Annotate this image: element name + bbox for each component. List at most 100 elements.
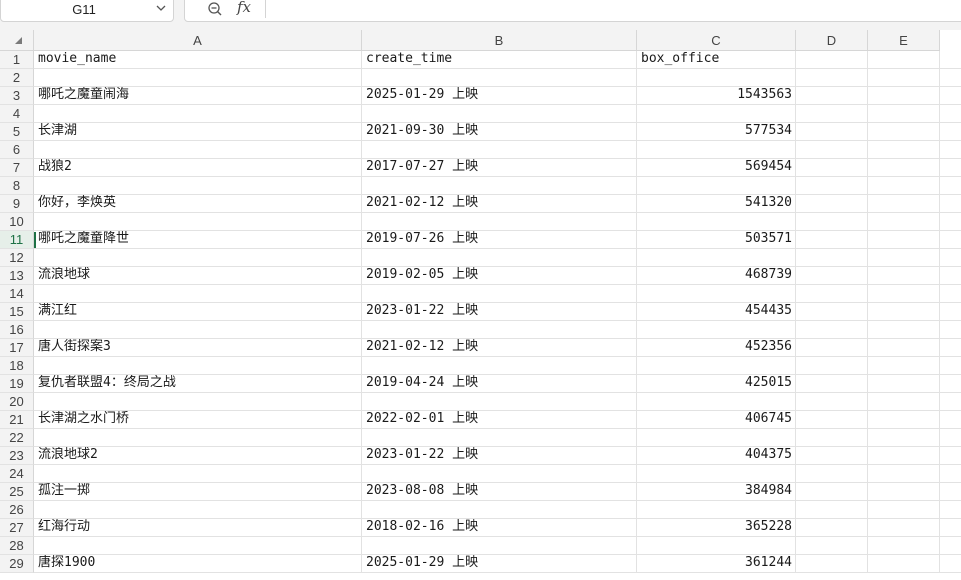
cell-d[interactable] (796, 447, 868, 464)
name-box[interactable]: G11 (0, 0, 174, 22)
cell-a[interactable]: 唐人街探案3 (34, 339, 362, 356)
cell-b[interactable]: 2023-01-22 上映 (362, 447, 637, 464)
cell-c[interactable]: 468739 (637, 267, 796, 284)
cell-c[interactable]: box_office (637, 51, 796, 68)
cell-a[interactable] (34, 429, 362, 446)
cell-b[interactable]: 2019-07-26 上映 (362, 231, 637, 248)
cell-c[interactable]: 406745 (637, 411, 796, 428)
cell-d[interactable] (796, 213, 868, 230)
cell-b[interactable] (362, 537, 637, 554)
cell-b[interactable] (362, 141, 637, 158)
cell-b[interactable] (362, 429, 637, 446)
cell-d[interactable] (796, 357, 868, 374)
cell-c[interactable] (637, 465, 796, 482)
cell-a[interactable] (34, 69, 362, 86)
cell-e[interactable] (868, 213, 940, 230)
cell-d[interactable] (796, 87, 868, 104)
cell-a[interactable]: 唐探1900 (34, 555, 362, 572)
row-header[interactable]: 13 (0, 267, 34, 285)
function-icon[interactable]: fx (237, 0, 251, 16)
cell-d[interactable] (796, 483, 868, 500)
cell-c[interactable]: 1543563 (637, 87, 796, 104)
cell-d[interactable] (796, 411, 868, 428)
cell-c[interactable]: 541320 (637, 195, 796, 212)
cell-e[interactable] (868, 465, 940, 482)
cell-e[interactable] (868, 177, 940, 194)
cell-e[interactable] (868, 303, 940, 320)
chevron-down-icon[interactable] (155, 2, 167, 14)
cell-d[interactable] (796, 159, 868, 176)
cell-b[interactable]: 2021-02-12 上映 (362, 339, 637, 356)
cell-e[interactable] (868, 105, 940, 122)
row-header[interactable]: 5 (0, 123, 34, 141)
cell-b[interactable]: 2017-07-27 上映 (362, 159, 637, 176)
row-header[interactable]: 6 (0, 141, 34, 159)
cell-a[interactable] (34, 141, 362, 158)
cell-c[interactable] (637, 249, 796, 266)
cell-b[interactable]: 2018-02-16 上映 (362, 519, 637, 536)
cell-e[interactable] (868, 231, 940, 248)
zoom-out-icon[interactable] (207, 1, 223, 17)
cell-c[interactable] (637, 321, 796, 338)
cell-d[interactable] (796, 393, 868, 410)
cell-a[interactable]: 你好，李焕英 (34, 195, 362, 212)
cell-e[interactable] (868, 339, 940, 356)
cell-b[interactable] (362, 465, 637, 482)
cell-c[interactable]: 365228 (637, 519, 796, 536)
cell-b[interactable] (362, 285, 637, 302)
cell-e[interactable] (868, 195, 940, 212)
cell-e[interactable] (868, 555, 940, 572)
row-header[interactable]: 3 (0, 87, 34, 105)
column-header-b[interactable]: B (362, 30, 637, 51)
row-header[interactable]: 18 (0, 357, 34, 375)
row-header[interactable]: 14 (0, 285, 34, 303)
cell-d[interactable] (796, 69, 868, 86)
cell-e[interactable] (868, 393, 940, 410)
cell-a[interactable]: 复仇者联盟4：终局之战 (34, 375, 362, 392)
cell-area[interactable]: movie_name create_time box_office 哪吒之魔童闹海 20… (34, 51, 961, 580)
cell-a[interactable]: 长津湖之水门桥 (34, 411, 362, 428)
cell-c[interactable] (637, 357, 796, 374)
cell-d[interactable] (796, 321, 868, 338)
cell-c[interactable]: 503571 (637, 231, 796, 248)
cell-b[interactable]: 2025-01-29 上映 (362, 87, 637, 104)
cell-c[interactable]: 452356 (637, 339, 796, 356)
cell-a[interactable] (34, 501, 362, 518)
cell-a[interactable]: 满江红 (34, 303, 362, 320)
column-header-e[interactable]: E (868, 30, 940, 51)
cell-d[interactable] (796, 501, 868, 518)
cell-e[interactable] (868, 483, 940, 500)
cell-a[interactable]: 流浪地球 (34, 267, 362, 284)
row-header[interactable]: 1 (0, 51, 34, 69)
row-header[interactable]: 2 (0, 69, 34, 87)
cell-c[interactable] (637, 213, 796, 230)
cell-b[interactable] (362, 357, 637, 374)
cell-e[interactable] (868, 285, 940, 302)
formula-input[interactable]: fx (184, 0, 961, 22)
cell-c[interactable] (637, 141, 796, 158)
cell-c[interactable] (637, 501, 796, 518)
cell-b[interactable]: 2025-01-29 上映 (362, 555, 637, 572)
cell-c[interactable] (637, 537, 796, 554)
cell-a[interactable] (34, 285, 362, 302)
column-header-a[interactable]: A (34, 30, 362, 51)
cell-d[interactable] (796, 285, 868, 302)
row-header[interactable]: 11 (0, 231, 34, 249)
row-header[interactable]: 29 (0, 555, 34, 573)
cell-e[interactable] (868, 357, 940, 374)
cell-b[interactable] (362, 69, 637, 86)
row-header[interactable]: 9 (0, 195, 34, 213)
cell-b[interactable] (362, 249, 637, 266)
cell-e[interactable] (868, 537, 940, 554)
cell-c[interactable]: 569454 (637, 159, 796, 176)
cell-d[interactable] (796, 249, 868, 266)
cell-a[interactable] (34, 177, 362, 194)
cell-b[interactable]: 2022-02-01 上映 (362, 411, 637, 428)
cell-c[interactable]: 425015 (637, 375, 796, 392)
cell-a[interactable]: 孤注一掷 (34, 483, 362, 500)
row-header[interactable]: 19 (0, 375, 34, 393)
cell-d[interactable] (796, 195, 868, 212)
cell-e[interactable] (868, 375, 940, 392)
cell-c[interactable]: 577534 (637, 123, 796, 140)
cell-c[interactable]: 404375 (637, 447, 796, 464)
